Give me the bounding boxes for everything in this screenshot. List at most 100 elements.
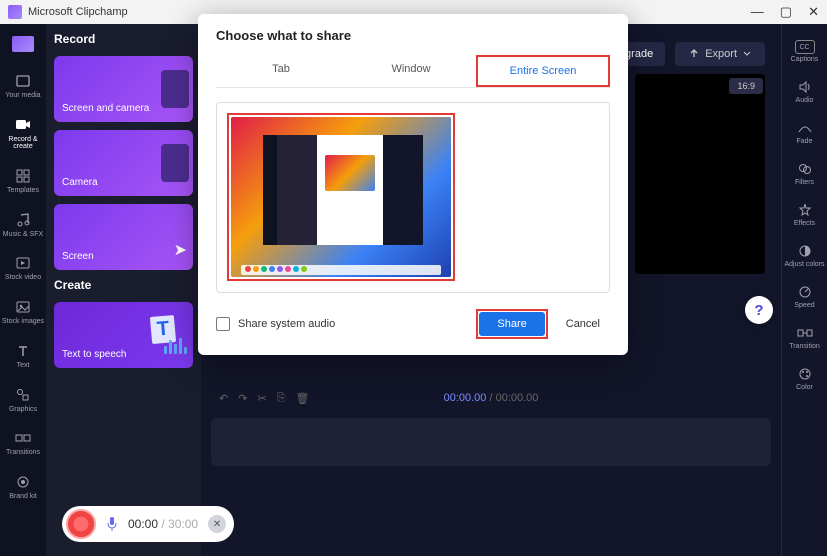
tab-window[interactable]: Window xyxy=(346,55,476,87)
sidebar-label: Effects xyxy=(794,220,815,227)
sidebar-item-effects[interactable]: Effects xyxy=(783,196,827,233)
sidebar-label: Stock images xyxy=(2,318,44,326)
chevron-down-icon xyxy=(743,51,751,57)
templates-icon xyxy=(14,167,32,185)
help-button[interactable]: ? xyxy=(745,296,773,324)
scissors-icon[interactable]: ✂ xyxy=(257,392,266,405)
cursor-icon: ➤ xyxy=(174,240,187,260)
share-button-highlight: Share xyxy=(476,309,547,339)
sidebar-label: Templates xyxy=(7,187,39,195)
export-label: Export xyxy=(705,48,737,60)
tab-entire-screen[interactable]: Entire Screen xyxy=(476,55,610,87)
tab-tab[interactable]: Tab xyxy=(216,55,346,87)
clipchamp-logo-icon[interactable] xyxy=(12,36,34,52)
contrast-icon xyxy=(797,243,813,259)
speed-icon xyxy=(797,284,813,300)
sidebar-label: Transition xyxy=(789,343,819,350)
redo-icon[interactable]: ↷ xyxy=(238,392,247,405)
app-title: Microsoft Clipchamp xyxy=(28,6,128,18)
sidebar-label: Your media xyxy=(5,92,40,100)
timeline-total: 00:00.00 xyxy=(496,392,539,404)
sidebar-item-adjust-colors[interactable]: Adjust colors xyxy=(783,237,827,274)
modal-buttons: Share Cancel xyxy=(476,309,610,339)
record-button[interactable] xyxy=(66,509,96,539)
sidebar-item-brand-kit[interactable]: Brand kit xyxy=(1,467,45,507)
filters-icon xyxy=(797,161,813,177)
record-section-title: Record xyxy=(54,32,193,46)
sidebar-item-stock-images[interactable]: Stock images xyxy=(1,292,45,332)
sidebar-item-your-media[interactable]: Your media xyxy=(1,66,45,106)
modal-footer: Share system audio Share Cancel xyxy=(216,309,610,339)
sidebar-item-fade[interactable]: Fade xyxy=(783,114,827,151)
trash-icon[interactable]: 🗑 xyxy=(295,392,309,405)
share-system-audio-checkbox[interactable]: Share system audio xyxy=(216,317,335,331)
sidebar-label: Captions xyxy=(791,56,819,63)
record-time: 00:00 / 30:00 xyxy=(128,517,198,531)
checkbox-icon xyxy=(216,317,230,331)
card-screen[interactable]: Screen ➤ xyxy=(54,204,193,270)
card-thumb-icon xyxy=(161,144,189,182)
sidebar-item-speed[interactable]: Speed xyxy=(783,278,827,315)
aspect-ratio-badge[interactable]: 16:9 xyxy=(729,78,763,94)
image-icon xyxy=(14,298,32,316)
sidebar-label: Speed xyxy=(794,302,814,309)
graphics-icon xyxy=(14,386,32,404)
video-icon xyxy=(14,254,32,272)
close-button[interactable]: ✕ xyxy=(808,4,819,20)
minimize-button[interactable]: — xyxy=(751,4,764,20)
sidebar-item-text[interactable]: Text xyxy=(1,336,45,376)
sidebar-label: Graphics xyxy=(9,406,37,414)
preview-dock-icon xyxy=(241,265,441,275)
card-camera[interactable]: Camera xyxy=(54,130,193,196)
sidebar-item-captions[interactable]: CC Captions xyxy=(783,34,827,69)
card-screen-and-camera[interactable]: Screen and camera xyxy=(54,56,193,122)
cancel-button[interactable]: Cancel xyxy=(556,312,610,336)
sidebar-item-templates[interactable]: Templates xyxy=(1,161,45,201)
maximize-button[interactable]: ▢ xyxy=(780,4,792,20)
share-tabs: Tab Window Entire Screen xyxy=(216,55,610,88)
close-record-button[interactable]: ✕ xyxy=(208,515,226,533)
window-controls: — ▢ ✕ xyxy=(751,4,819,20)
music-icon xyxy=(14,211,32,229)
sidebar-item-audio[interactable]: Audio xyxy=(783,73,827,110)
color-icon xyxy=(797,366,813,382)
create-section-title: Create xyxy=(54,278,193,292)
card-text-to-speech[interactable]: Text to speech T xyxy=(54,302,193,368)
sidebar-item-stock-video[interactable]: Stock video xyxy=(1,248,45,288)
sidebar-label: Brand kit xyxy=(9,493,37,501)
microphone-icon[interactable] xyxy=(106,516,118,532)
sidebar-label: Text xyxy=(17,362,30,370)
sidebar-left: Your media Record & create Templates Mus… xyxy=(0,24,46,556)
fade-icon xyxy=(797,120,813,136)
upload-icon xyxy=(689,49,699,59)
record-total: 30:00 xyxy=(168,517,198,531)
sidebar-item-graphics[interactable]: Graphics xyxy=(1,380,45,420)
screen-preview-highlight[interactable] xyxy=(227,113,455,281)
export-button[interactable]: Export xyxy=(675,42,765,66)
split-icon[interactable]: ⎘ xyxy=(277,392,286,405)
timeline-track[interactable] xyxy=(211,418,771,466)
sidebar-item-transitions[interactable]: Transitions xyxy=(1,423,45,463)
preview-window-icon xyxy=(263,135,423,245)
card-label: Camera xyxy=(62,177,98,188)
audio-wave-icon xyxy=(164,338,187,354)
sidebar-item-filters[interactable]: Filters xyxy=(783,155,827,192)
sidebar-item-music-sfx[interactable]: Music & SFX xyxy=(1,205,45,245)
media-icon xyxy=(14,72,32,90)
screen-preview-container xyxy=(216,102,610,293)
sidebar-item-color[interactable]: Color xyxy=(783,360,827,397)
sidebar-label: Record & create xyxy=(1,136,45,151)
sidebar-label: Audio xyxy=(796,97,814,104)
record-control-pill: 00:00 / 30:00 ✕ xyxy=(62,506,234,542)
checkbox-label: Share system audio xyxy=(238,318,335,330)
sidebar-item-transition[interactable]: Transition xyxy=(783,319,827,356)
sidebar-item-record-create[interactable]: Record & create xyxy=(1,110,45,157)
camera-icon xyxy=(14,116,32,134)
titlebar-left: Microsoft Clipchamp xyxy=(8,5,128,19)
cc-icon: CC xyxy=(795,40,815,54)
undo-icon[interactable]: ↶ xyxy=(219,392,228,405)
share-modal: Choose what to share Tab Window Entire S… xyxy=(198,14,628,355)
video-preview[interactable] xyxy=(635,74,765,274)
share-button[interactable]: Share xyxy=(479,312,544,336)
effects-icon xyxy=(797,202,813,218)
